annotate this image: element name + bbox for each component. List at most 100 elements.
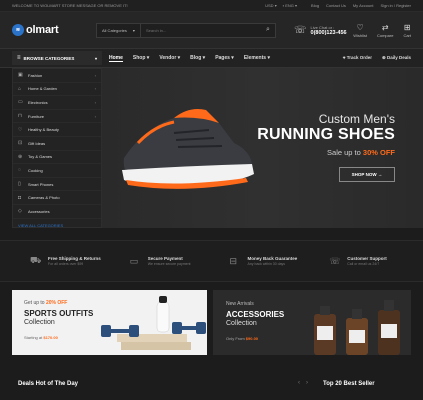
heart-icon: ♡ xyxy=(18,126,23,133)
nav-shop[interactable]: Shop ▾ xyxy=(133,55,149,62)
sidebar-item-furniture[interactable]: ⊓ Furniture › xyxy=(13,110,101,124)
bottles-image xyxy=(314,300,400,355)
top-bar: WELCOME TO WOLMART STORE MESSAGE OR REMO… xyxy=(0,0,423,12)
hero-title-line1: Custom Men's xyxy=(318,112,395,126)
chevron-right-icon: › xyxy=(94,72,96,78)
phone-number: 0(800)123-456 xyxy=(310,29,347,36)
shop-now-button[interactable]: SHOP NOW → xyxy=(339,167,395,182)
sidebar-item-home-garden[interactable]: ⌂ Home & Garden › xyxy=(13,83,101,97)
promo-discount: Get up to 20% OFF xyxy=(24,300,68,306)
sidebar-item-toy-games[interactable]: ⊕ Toy & Games xyxy=(13,151,101,165)
track-order-link[interactable]: ⌖ Track Order xyxy=(343,55,372,61)
nav-home[interactable]: Home xyxy=(109,55,123,62)
promo-title: SPORTS OUTFITS xyxy=(24,309,94,318)
browse-categories-button[interactable]: ≡ BROWSE CATEGORIES ▾ xyxy=(12,51,102,65)
search-category-select[interactable]: All Categories ▾ xyxy=(97,23,141,37)
sidebar-item-smart-phones[interactable]: ▯ Smart Phones xyxy=(13,178,101,192)
features-bar: ⛟ Free Shipping & Returns For all orders … xyxy=(0,240,423,282)
sidebar-item-fashion[interactable]: ▣ Fashion › xyxy=(13,69,101,83)
blog-link[interactable]: Blog xyxy=(311,3,319,8)
nav-elements[interactable]: Elements ▾ xyxy=(244,55,270,62)
tv-icon: ▭ xyxy=(18,99,23,106)
chevron-down-icon: ▾ xyxy=(94,55,97,61)
chevron-right-icon: › xyxy=(94,113,96,119)
nav-blog[interactable]: Blog ▾ xyxy=(190,55,205,62)
promo-sports-outfits[interactable]: Get up to 20% OFF SPORTS OUTFITS Collect… xyxy=(12,290,207,355)
sofa-icon: ⊓ xyxy=(18,113,22,120)
carousel-arrows: ‹ › xyxy=(298,380,308,386)
promo-price: Starting at $170.00 xyxy=(24,335,58,340)
search-input[interactable] xyxy=(141,23,261,37)
feature-shipping: ⛟ Free Shipping & Returns For all orders … xyxy=(30,255,101,266)
top-links: Blog Contact Us My Account Sign in / Reg… xyxy=(311,3,411,8)
heart-icon: ♡ xyxy=(356,22,364,32)
sidebar-item-accessories[interactable]: ◇ Accessories xyxy=(13,205,101,219)
header-icons: ♡ Wishlist ⇄ Compare ⊞ Cart xyxy=(353,23,411,38)
gem-icon: ◇ xyxy=(18,208,22,215)
hero-title-line2: RUNNING SHOES xyxy=(257,126,395,143)
gift-icon: ⊡ xyxy=(18,140,23,147)
main-nav: ≡ BROWSE CATEGORIES ▾ Home Shop ▾ Vendor… xyxy=(0,48,423,68)
sidebar-item-electronics[interactable]: ▭ Electronics › xyxy=(13,96,101,110)
cooking-icon: ◌ xyxy=(18,167,21,174)
support-icon: ☏ xyxy=(329,255,341,266)
nav-vendor[interactable]: Vendor ▾ xyxy=(159,55,180,62)
promo-subtitle: Collection xyxy=(24,319,55,326)
fitness-gear-image xyxy=(101,296,206,350)
language-select[interactable]: ▪ ENG ▾ xyxy=(283,3,297,8)
nav-pages[interactable]: Pages ▾ xyxy=(215,55,234,62)
promo-title: ACCESSORIES xyxy=(226,310,285,319)
compare-icon: ⇄ xyxy=(381,22,389,32)
camera-icon: ◘ xyxy=(18,194,22,201)
hero-banner: Custom Men's RUNNING SHOES Sale up to 30… xyxy=(102,68,423,228)
feature-payment: ▭ Secure Payment We ensure secure payment xyxy=(129,255,191,267)
chevron-right-icon: › xyxy=(94,86,96,92)
home-icon: ⌂ xyxy=(18,85,22,92)
welcome-message: WELCOME TO WOLMART STORE MESSAGE OR REMO… xyxy=(12,3,128,8)
view-all-categories-link[interactable]: VIEW ALL CATEGORIES xyxy=(13,219,101,233)
contact-link[interactable]: Contact Us xyxy=(326,3,346,8)
search-bar: All Categories▾ ⌕ xyxy=(96,22,276,38)
signin-link[interactable]: Sign in / Register xyxy=(381,3,411,8)
wishlist-button[interactable]: ♡ Wishlist xyxy=(353,23,367,38)
menu-icon: ≡ xyxy=(17,55,21,61)
logo[interactable]: ≋ olmart xyxy=(12,24,82,36)
currency-select[interactable]: USD ▾ xyxy=(265,3,277,8)
feature-support: ☏ Customer Support Call or email us 24/7 xyxy=(329,255,387,267)
search-icon[interactable]: ⌕ xyxy=(261,26,275,34)
best-seller-title: Top 20 Best Seller xyxy=(323,381,375,387)
chevron-down-icon: ▾ xyxy=(132,27,135,33)
cart-button[interactable]: ⊞ Cart xyxy=(403,23,411,38)
card-icon: ▭ xyxy=(129,255,139,266)
promo-subtitle: Collection xyxy=(226,320,257,327)
chevron-right-icon[interactable]: › xyxy=(306,380,308,386)
truck-icon: ⛟ xyxy=(30,255,42,265)
gamepad-icon: ⊕ xyxy=(18,153,23,160)
chevron-left-icon[interactable]: ‹ xyxy=(298,380,300,386)
feature-money-back: ⊟ Money Back Guarantee Any back within 30… xyxy=(229,255,298,267)
chevron-right-icon: › xyxy=(94,99,96,105)
shirt-icon: ▣ xyxy=(18,72,23,79)
running-shoe-image xyxy=(122,109,254,189)
menu: Home Shop ▾ Vendor ▾ Blog ▾ Pages ▾ Elem… xyxy=(109,55,270,62)
sidebar-item-gift-ideas[interactable]: ⊡ Gift Ideas xyxy=(13,137,101,151)
sidebar-item-cooking[interactable]: ◌ Cooking xyxy=(13,164,101,178)
phone-icon: ▯ xyxy=(18,181,21,188)
deals-section-title: Deals Hot of The Day xyxy=(18,381,79,387)
header: ≋ olmart All Categories▾ ⌕ ☏ Live Chat o… xyxy=(0,12,423,48)
headset-icon: ☏ xyxy=(294,24,307,36)
money-icon: ⊟ xyxy=(229,255,238,266)
account-link[interactable]: My Account xyxy=(353,3,374,8)
live-chat[interactable]: ☏ Live Chat or : 0(800)123-456 xyxy=(294,25,347,36)
category-sidebar: ▣ Fashion › ⌂ Home & Garden › ▭ Electronics › … xyxy=(12,68,102,228)
compare-button[interactable]: ⇄ Compare xyxy=(377,23,393,38)
hero-sale-text: Sale up to 30% OFF xyxy=(327,148,395,157)
sidebar-item-cameras-photo[interactable]: ◘ Cameras & Photo xyxy=(13,191,101,205)
logo-text: olmart xyxy=(26,24,59,36)
promo-price: Only From $90.00 xyxy=(226,336,259,341)
promo-accessories[interactable]: New Arrivals ACCESSORIES Collection Only… xyxy=(213,290,411,355)
nav-right: ⌖ Track Order ⊛ Daily Deals xyxy=(343,55,423,61)
sidebar-item-health-beauty[interactable]: ♡ Healthy & Beauty xyxy=(13,123,101,137)
daily-deals-link[interactable]: ⊛ Daily Deals xyxy=(382,55,411,61)
cart-icon: ⊞ xyxy=(403,22,411,32)
